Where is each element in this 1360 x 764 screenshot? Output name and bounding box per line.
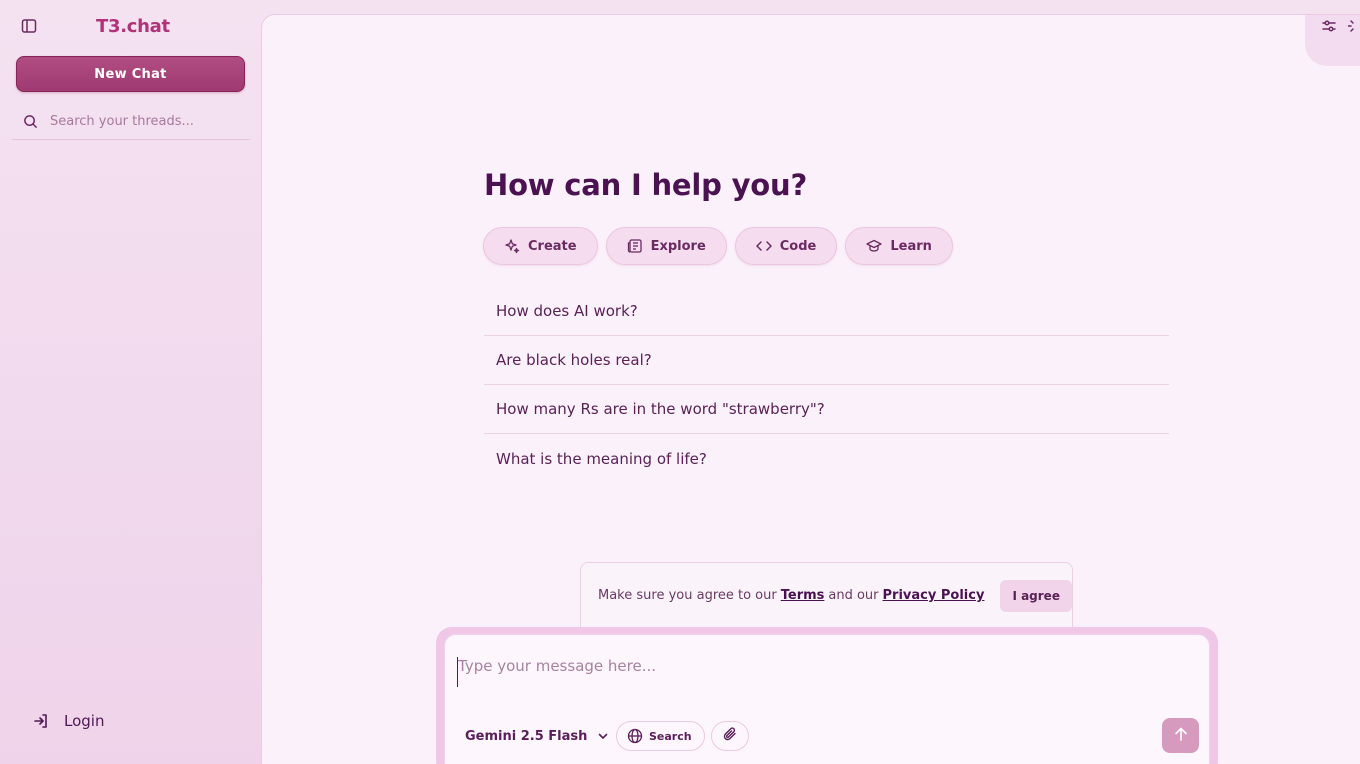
terms-link[interactable]: Terms (781, 588, 825, 603)
chip-explore[interactable]: Explore (605, 227, 727, 265)
search-label: Search (649, 729, 692, 743)
sparkles-icon (504, 238, 520, 254)
login-button[interactable]: Login (28, 704, 138, 738)
terms-prefix: Make sure you agree to our (598, 588, 777, 603)
sidebar: T3.chat New Chat Login (0, 0, 262, 764)
page-title: How can I help you? (484, 168, 808, 202)
login-icon (28, 713, 54, 729)
globe-icon (627, 728, 643, 744)
settings-button[interactable] (1316, 14, 1342, 42)
terms-notice: Make sure you agree to our Terms and our… (580, 562, 1073, 628)
app-window: T3.chat New Chat Login (0, 0, 1360, 764)
suggestion-item[interactable]: How does AI work? (484, 287, 1169, 336)
attach-button[interactable] (711, 721, 749, 751)
suggestion-item[interactable]: What is the meaning of life? (484, 434, 1169, 483)
message-input[interactable] (457, 657, 1157, 687)
new-chat-button[interactable]: New Chat (16, 56, 245, 92)
chip-code[interactable]: Code (734, 227, 838, 265)
chip-label: Create (528, 238, 577, 254)
newspaper-icon (627, 238, 643, 254)
arrow-up-icon (1173, 726, 1189, 746)
theme-toggle-button[interactable] (1347, 14, 1360, 42)
chip-create[interactable]: Create (483, 227, 598, 265)
login-label: Login (64, 712, 105, 730)
brand-logo[interactable]: T3.chat (96, 16, 170, 37)
suggestion-item[interactable]: Are black holes real? (484, 336, 1169, 385)
model-selector[interactable]: Gemini 2.5 Flash (465, 722, 609, 750)
chip-label: Explore (650, 238, 706, 254)
panel-left-icon (21, 18, 37, 38)
graduation-cap-icon (866, 238, 883, 254)
search-icon (12, 114, 48, 129)
category-chips: Create Explore Code Learn (483, 227, 953, 265)
agree-button[interactable]: I agree (1000, 579, 1072, 612)
sun-icon (1347, 18, 1360, 38)
sidebar-toggle-button[interactable] (14, 14, 44, 42)
privacy-policy-link[interactable]: Privacy Policy (883, 588, 985, 603)
suggestion-list: How does AI work? Are black holes real? … (484, 287, 1169, 483)
send-button[interactable] (1162, 718, 1199, 753)
terms-middle: and our (828, 588, 879, 603)
search-threads-input[interactable] (48, 114, 238, 129)
model-label: Gemini 2.5 Flash (465, 728, 588, 744)
chevron-down-icon (597, 730, 609, 742)
chip-learn[interactable]: Learn (845, 227, 953, 265)
thread-search (12, 104, 250, 140)
chip-label: Learn (890, 238, 932, 254)
code-icon (756, 238, 772, 254)
paperclip-icon (722, 726, 738, 746)
chip-label: Code (779, 238, 817, 254)
sliders-icon (1321, 18, 1337, 38)
suggestion-item[interactable]: How many Rs are in the word "strawberry"… (484, 385, 1169, 434)
web-search-button[interactable]: Search (616, 721, 705, 751)
